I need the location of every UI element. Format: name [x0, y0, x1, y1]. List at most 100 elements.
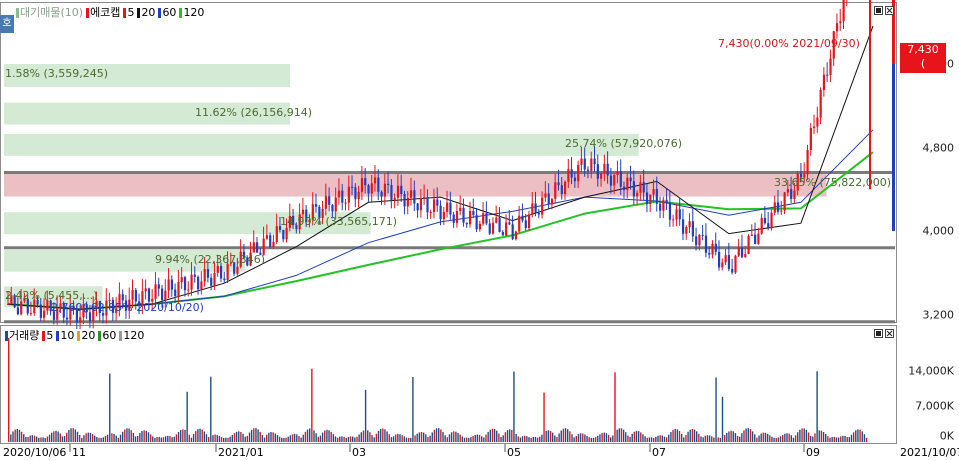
volume-bar [450, 432, 453, 442]
price-window-controls [874, 6, 894, 15]
volume-bar [732, 431, 734, 442]
legend-item[interactable]: 에코캡 [86, 6, 120, 20]
candle-body [455, 211, 459, 223]
legend-label: 거래량 [9, 329, 40, 342]
volume-bar [48, 434, 51, 442]
volume-bar [622, 429, 625, 442]
volume-bar [229, 436, 231, 442]
volume-bar [158, 436, 160, 442]
legend-swatch [5, 331, 8, 341]
candle-body [187, 289, 190, 291]
maximize-icon[interactable] [874, 6, 883, 15]
volume-bar [356, 436, 358, 442]
legend-item[interactable]: 60 [158, 6, 176, 20]
legend-item[interactable]: 대기매물(10) [16, 6, 83, 20]
volume-bar [115, 435, 117, 442]
volume-bar [782, 434, 784, 442]
candle-body [210, 277, 213, 286]
volume-bar [711, 436, 713, 442]
volume-bar [573, 437, 575, 442]
volume-bar [317, 436, 319, 442]
legend-swatch [77, 331, 81, 341]
volume-bar [489, 429, 491, 442]
legend-item[interactable]: 거래량 [5, 329, 39, 343]
volume-bar [612, 435, 614, 442]
legend-item[interactable]: 120 [179, 6, 204, 20]
volume-bar [373, 437, 375, 442]
candle-body [567, 169, 570, 182]
volume-bar [487, 431, 489, 442]
current-price-change: ( 29.90%) [900, 57, 947, 84]
candle-body [488, 223, 491, 234]
volume-bar [248, 432, 251, 442]
candle-body [377, 177, 380, 192]
candle-body [541, 197, 544, 215]
legend-item[interactable]: 5 [42, 329, 53, 343]
maximize-icon[interactable] [874, 329, 883, 338]
candle-body [370, 183, 373, 194]
candle-body [793, 190, 796, 199]
volume-bar [648, 437, 651, 442]
legend-swatch [123, 8, 127, 18]
candle-body [206, 269, 210, 278]
candle-body [744, 253, 747, 258]
candle-body [505, 222, 508, 236]
volume-bar [33, 435, 36, 442]
volume-bar [506, 430, 509, 442]
candle-body [783, 192, 786, 211]
volume-bar [420, 431, 423, 442]
volume-bar [66, 432, 68, 442]
volume-bar [8, 338, 10, 442]
time-tick-label: 2021/10/07 [900, 446, 959, 459]
volume-bar [504, 432, 507, 442]
volume-bar [459, 434, 461, 442]
close-icon[interactable] [885, 329, 894, 338]
chart-canvas [4, 0, 895, 452]
volume-bar [741, 433, 743, 442]
volume-bar [74, 429, 77, 442]
side-badge[interactable]: 호 [0, 15, 14, 33]
volume-bar [730, 430, 732, 442]
volume-bar [766, 433, 769, 442]
price-legend: 대기매물(10) 에코캡 5 20 60 120 [16, 6, 204, 20]
volume-bar [42, 437, 44, 442]
legend-label: 5 [127, 6, 135, 19]
legend-item[interactable]: 10 [56, 329, 74, 343]
candle-body [265, 235, 269, 239]
volume-bar [859, 429, 861, 442]
close-icon[interactable] [885, 6, 894, 15]
supply-band-label: 11.62% (26,156,914) [195, 105, 313, 119]
legend-item[interactable]: 120 [119, 329, 144, 343]
legend-item[interactable]: 60 [98, 329, 116, 343]
candle-body [200, 281, 203, 290]
candle-body [459, 207, 462, 212]
legend-item[interactable]: 20 [137, 6, 155, 20]
volume-bar [603, 432, 605, 442]
volume-bar [102, 437, 104, 442]
volume-bar [91, 434, 94, 442]
candle-body [29, 313, 33, 315]
volume-bar [822, 431, 825, 442]
volume-bar [685, 434, 687, 442]
volume-bar [255, 428, 257, 442]
volume-bar [70, 428, 72, 442]
volume-bar [98, 437, 100, 442]
volume-bar [704, 435, 706, 442]
candle-body [560, 185, 563, 195]
candle-body [839, 21, 842, 24]
candle-body [734, 255, 737, 273]
volume-bar [203, 431, 206, 442]
volume-bar [599, 434, 601, 442]
candle-body [436, 199, 439, 206]
legend-item[interactable]: 5 [123, 6, 134, 20]
volume-bar [453, 431, 455, 442]
volume-bar [500, 437, 502, 442]
price-tick-label: 3,200 [922, 308, 955, 321]
volume-bar [246, 435, 249, 442]
candle-body [373, 177, 377, 184]
volume-bar [55, 430, 57, 442]
legend-item[interactable]: 20 [77, 329, 95, 343]
volume-bar [377, 430, 380, 442]
volume-bar [210, 376, 212, 442]
volume-bar [758, 435, 760, 442]
